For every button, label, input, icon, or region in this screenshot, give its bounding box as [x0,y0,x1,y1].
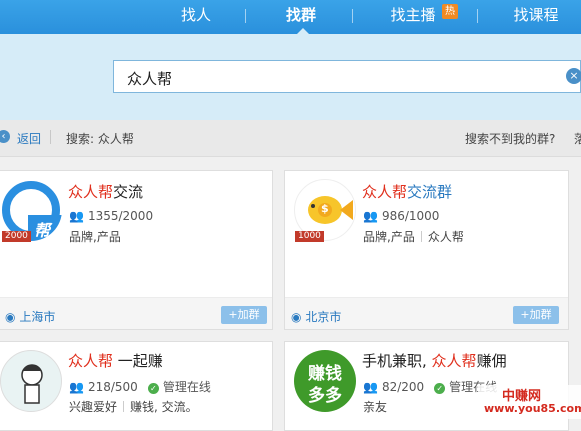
group-avatar: 赚钱 多多 [294,350,356,412]
member-count-value: 986/1000 [381,209,440,223]
location: ◉ 北京市 [291,308,341,325]
location-label: 上海市 [19,310,56,324]
member-count: 👥 218/500 ✓ 管理在线 [69,378,211,395]
member-count: 👥 986/1000 [363,209,439,223]
tab-divider [477,9,478,23]
member-count-value: 82/200 [381,380,425,394]
group-name-highlight: 众人帮 [431,352,477,370]
search-query-text: 众人帮 [127,70,173,88]
join-group-button[interactable]: +加群 [513,306,559,324]
group-name[interactable]: 手机兼职, 众人帮赚佣 [362,350,507,371]
group-tag: 赚钱, 交流。 [130,400,198,414]
group-name-rest: 赚佣 [476,352,507,370]
tab-find-hosts[interactable]: 找主播 [384,0,442,34]
tab-divider [245,9,246,23]
admin-online-label: 管理在线 [162,380,211,394]
group-card[interactable]: 帮 2000 众人帮交流 👥 1355/2000 品牌,产品 ◉ 上海市 +加群 [0,170,273,330]
cartoon-person-icon [21,364,43,404]
group-size-badge: 1000 [295,231,324,242]
watermark-url: www.you85.com [484,402,581,415]
group-tag: 众人帮 [427,230,464,244]
location: ◉ 上海市 [5,308,55,325]
cannot-find-group-link[interactable]: 搜索不到我的群? [465,130,555,147]
group-tags: 品牌,产品 [69,228,121,245]
check-icon: ✓ [434,383,446,394]
group-name[interactable]: 众人帮交流 [68,181,143,202]
watermark: 中赚网 www.you85.com [478,385,581,419]
avatar-glyph: $ [321,202,329,215]
group-avatar [0,350,62,412]
person-icon: 👥 [363,380,378,394]
divider [50,130,51,144]
card-footer: ◉ 北京市 +加群 [285,297,568,329]
member-count-value: 1355/2000 [87,209,154,223]
back-arrow-icon[interactable]: ‹ [0,130,10,143]
location-pin-icon: ◉ [5,310,16,324]
location-pin-icon: ◉ [291,310,302,324]
group-tags: 亲友 [363,398,387,415]
avatar-text: 多多 [308,386,342,406]
top-nav-bar: 找人 找群 找主播 热 找课程 [0,0,581,35]
group-name-highlight: 众人帮 [362,183,408,201]
group-tag: 兴趣爱好 [69,400,118,414]
person-icon: 👥 [363,209,378,223]
group-name-rest: 交流群 [407,183,453,201]
back-link[interactable]: 返回 [17,130,41,147]
group-tags: 兴趣爱好 赚钱, 交流。 [69,398,198,415]
tag-divider [420,231,422,242]
join-group-button[interactable]: +加群 [221,306,267,324]
group-name-highlight: 众人帮 [68,352,114,370]
search-input[interactable]: 众人帮 × [113,60,581,93]
tab-divider [352,9,353,23]
group-name[interactable]: 众人帮交流群 [362,181,452,202]
search-breadcrumb: 搜索: 众人帮 [66,132,134,146]
avatar-glyph: 帮 [34,221,51,240]
member-count-value: 218/500 [87,380,138,394]
group-tag: 品牌,产品 [69,230,121,244]
person-icon: 👥 [69,380,84,394]
group-size-badge: 2000 [2,231,31,242]
location-label: 北京市 [305,310,342,324]
group-name-prefix: 手机兼职, [362,352,432,370]
settle-link[interactable]: 落 [574,130,581,147]
group-tag: 品牌,产品 [363,230,415,244]
tab-find-courses[interactable]: 找课程 [505,0,567,34]
tab-find-people[interactable]: 找人 [168,0,224,34]
person-icon: 👥 [69,209,84,223]
group-name-highlight: 众人帮 [68,183,114,201]
clear-icon[interactable]: × [566,68,581,84]
group-tag: 亲友 [363,400,388,414]
group-card[interactable]: $ 1000 众人帮交流群 👥 986/1000 品牌,产品 众人帮 ◉ 北京市 +… [284,170,569,330]
hot-badge: 热 [442,4,458,19]
group-card[interactable]: 众人帮 一起赚 👥 218/500 ✓ 管理在线 兴趣爱好 赚钱, 交流。 [0,341,273,431]
group-name-rest: 交流 [113,183,144,201]
search-area: 众人帮 × [0,34,581,120]
check-icon: ✓ [147,383,159,394]
result-toolbar: ‹ 返回 搜索: 众人帮 搜索不到我的群? 落 [0,120,581,157]
card-footer: ◉ 上海市 +加群 [0,297,272,329]
group-tags: 品牌,产品 众人帮 [363,228,464,245]
tag-divider [123,401,125,412]
group-name-rest: 一起赚 [113,352,163,370]
group-name[interactable]: 众人帮 一起赚 [68,350,163,371]
member-count: 👥 1355/2000 [69,209,153,223]
